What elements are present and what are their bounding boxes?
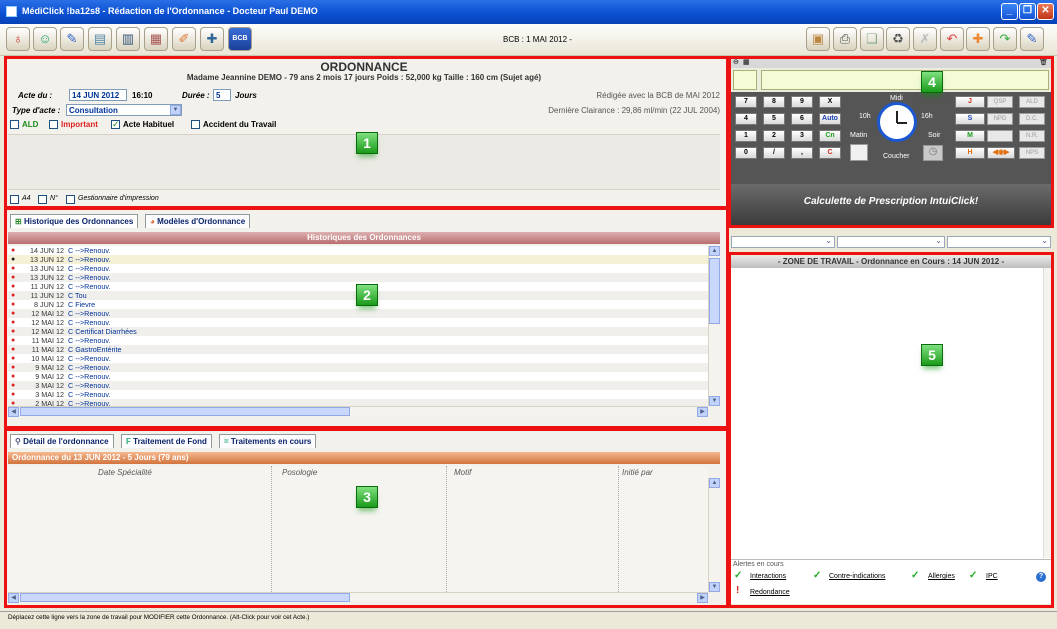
copy-icon[interactable]: ❏ [860,27,884,51]
undo-icon[interactable]: ↶ [940,27,964,51]
patient-icon[interactable]: ☺ [33,27,57,51]
eraser-icon[interactable]: ✗ [913,27,937,51]
calculette-combo-3[interactable] [947,236,1051,248]
close-button[interactable]: ✕ [1037,3,1054,20]
pen-icon[interactable]: ✐ [172,27,196,51]
notes-icon[interactable]: ✎ [60,27,84,51]
minimize-button[interactable]: _ [1001,3,1018,20]
window-titlebar: MédiClick !ba12s8 - Rédaction de l'Ordon… [0,0,1057,24]
add-icon[interactable]: ✚ [966,27,990,51]
document-icon[interactable]: ▤ [88,27,112,51]
app-icon [6,6,17,17]
trash-icon[interactable]: ♻ [886,27,910,51]
region-badge-5: 5 [921,344,943,366]
status-bar: Déplacez cette ligne vers la zone de tra… [0,611,1057,624]
archive-icon[interactable]: ▣ [806,27,830,51]
calculette-combos [729,234,1053,250]
window-title: MédiClick !ba12s8 - Rédaction de l'Ordon… [22,6,318,16]
stethoscope-icon[interactable]: ♁ [6,27,30,51]
region-box-3 [4,428,729,608]
status-message: Déplacez cette ligne vers la zone de tra… [8,614,310,621]
region-box-5 [728,252,1054,608]
print-icon[interactable]: ⎙ [833,27,857,51]
region-badge-4: 4 [921,71,943,93]
region-box-2 [4,207,729,429]
main-toolbar: ♁ ☺ ✎ ▤ ▥ ▦ ✐ ✚ BCB BCB : 1 MAI 2012 - ▣… [0,24,1057,56]
book-icon[interactable]: ▥ [116,27,140,51]
calculette-combo-1[interactable] [731,236,835,248]
region-badge-1: 1 [356,132,378,154]
form-icon[interactable]: ▦ [144,27,168,51]
edit-icon[interactable]: ✎ [1020,27,1044,51]
bcb-icon[interactable]: BCB [228,27,252,51]
maximize-button[interactable]: ❐ [1019,3,1036,20]
calculette-combo-2[interactable] [837,236,945,248]
redo-icon[interactable]: ↷ [993,27,1017,51]
syringe-icon[interactable]: ✚ [200,27,224,51]
bcb-version-label: BCB : 1 MAI 2012 - [503,35,572,44]
region-badge-3: 3 [356,486,378,508]
region-box-4 [728,56,1054,228]
region-badge-2: 2 [356,284,378,306]
